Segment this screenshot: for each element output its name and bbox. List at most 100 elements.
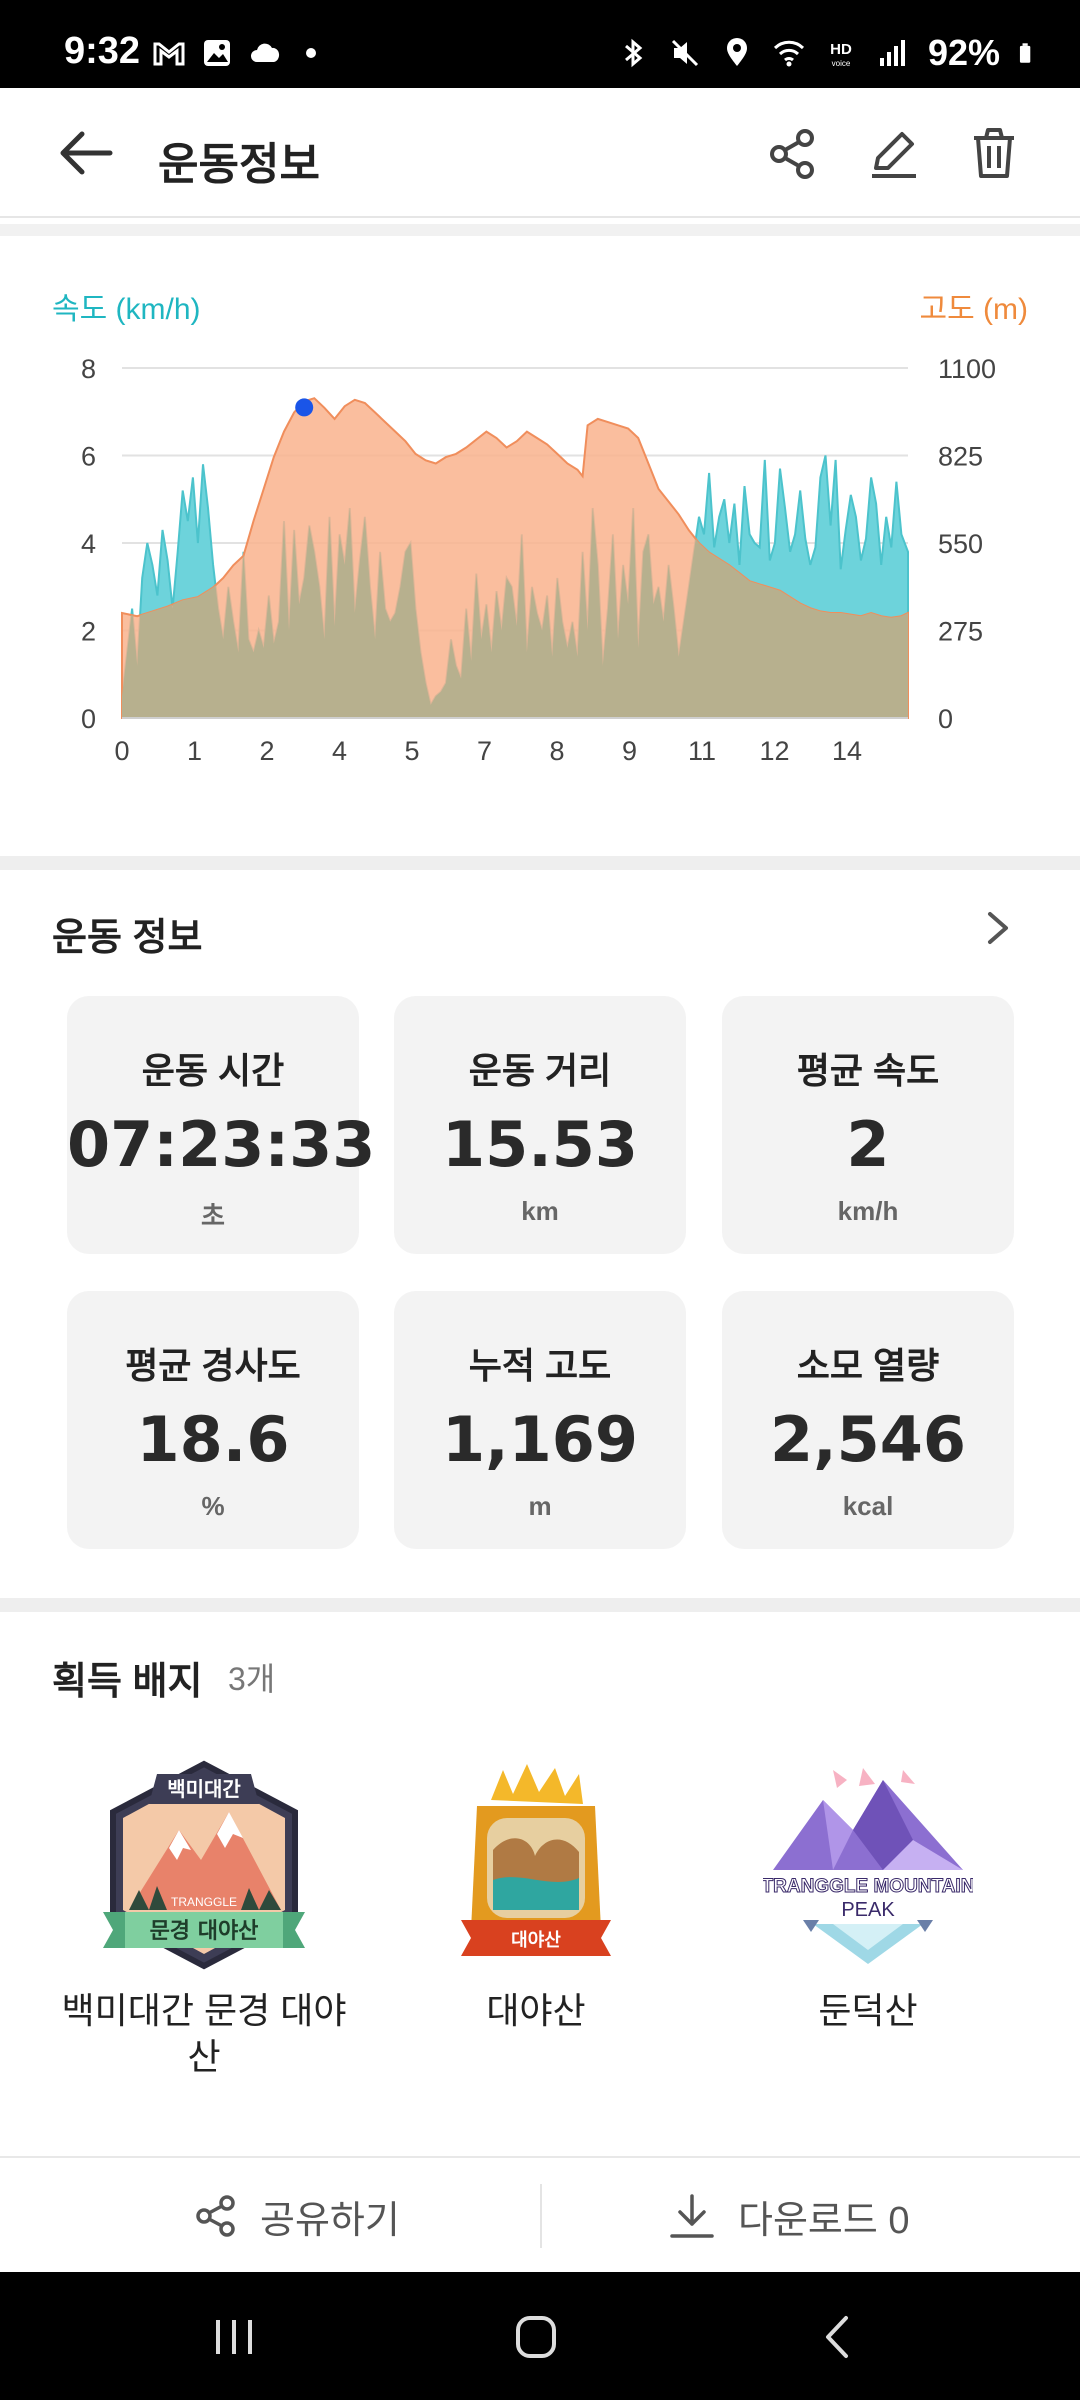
- divider: [540, 2184, 542, 2248]
- share-icon[interactable]: [765, 126, 821, 182]
- badge-top-text: 백미대간: [167, 1777, 241, 1801]
- notification-dot: [306, 48, 316, 58]
- peak-badge-icon: TRANGGLE MOUNTAIN PEAK: [763, 1768, 973, 1964]
- badge-name: 대야산: [486, 1990, 586, 2031]
- stat-card-avg-slope: 평균 경사도 18.6 %: [67, 1291, 359, 1549]
- location-icon: [726, 38, 747, 66]
- svg-text:voice: voice: [832, 59, 851, 68]
- battery-icon: [1019, 43, 1031, 63]
- status-left-icons: [152, 36, 316, 70]
- stat-card-duration: 운동 시간 07:23:33 초: [67, 996, 376, 1254]
- y-left-tick-label: 6: [81, 442, 96, 472]
- stat-value: 2,546: [769, 1403, 967, 1476]
- recent-apps-icon[interactable]: [204, 2312, 264, 2362]
- x-tick-label: 14: [832, 736, 862, 766]
- badge-name: 백미대간 문경 대야 산: [44, 1988, 364, 2080]
- stat-label: 운동 거리: [468, 1050, 612, 1091]
- y-left-tick-label: 4: [81, 529, 96, 559]
- stat-value: 07:23:33: [67, 1108, 376, 1181]
- fire-badge-icon: 대야산: [461, 1764, 611, 1956]
- stat-value: 15.53: [441, 1108, 639, 1181]
- page-title: 운동정보: [158, 140, 320, 189]
- stat-card-avg-speed: 평균 속도 2 km/h: [722, 996, 1014, 1254]
- app-bar: 운동정보: [0, 88, 1080, 218]
- badges-section-title: 획득 배지: [52, 1661, 203, 1703]
- stat-value: 18.6: [136, 1403, 290, 1476]
- stat-unit: kcal: [842, 1491, 894, 1521]
- share-button[interactable]: 공유하기: [194, 2158, 400, 2274]
- stat-card-calories: 소모 열량 2,546 kcal: [722, 1291, 1014, 1549]
- stat-value: 2: [846, 1108, 890, 1181]
- y-left-tick-label: 2: [81, 617, 96, 647]
- x-tick-label: 9: [622, 736, 637, 766]
- cloud-icon: [251, 43, 280, 62]
- mountain-badge-icon: 백미대간 TRANGGLE 문경 대야산: [103, 1760, 305, 1970]
- y-right-tick-label: 825: [938, 442, 983, 472]
- stat-unit: 초: [201, 1201, 225, 1231]
- signal-icon: [879, 40, 905, 66]
- back-arrow-icon[interactable]: [58, 128, 114, 178]
- elevation-speed-chart: 8 1100 6 825 4 550 2 275 0 0 0 1 2 4 5 7 8 9 11 12 14 속도 (km…: [0, 236, 1080, 856]
- badge-brand-text: TRANGGLE: [171, 1895, 237, 1909]
- gallery-icon: [204, 40, 230, 66]
- badge-name-line1: 백미대간 문경 대야: [61, 1990, 347, 2031]
- stat-card-total-ascent: 누적 고도 1,169 m: [394, 1291, 686, 1549]
- badge-name: 둔덕산: [818, 1990, 918, 2031]
- stat-unit: km: [521, 1196, 559, 1226]
- share-icon: [196, 2195, 235, 2237]
- x-tick-label: 12: [759, 736, 789, 766]
- stat-label: 평균 속도: [796, 1050, 940, 1091]
- section-divider: [0, 1598, 1080, 1612]
- bluetooth-icon: [624, 38, 643, 68]
- badge-ribbon-text: 문경 대야산: [150, 1919, 259, 1944]
- stat-value: 1,169: [441, 1403, 639, 1476]
- stat-unit: km/h: [837, 1196, 899, 1226]
- x-tick-label: 0: [114, 736, 129, 766]
- badge-item-daeyasan[interactable]: 대야산 대야산: [376, 1760, 696, 2034]
- chart-marker-point: [295, 398, 314, 417]
- edit-icon[interactable]: [866, 126, 922, 182]
- gmail-icon: [153, 42, 185, 66]
- chevron-right-icon[interactable]: [980, 908, 1016, 948]
- x-tick-label: 4: [332, 736, 347, 766]
- hd-voice-icon: HDvoice: [830, 41, 852, 68]
- stat-label: 누적 고도: [468, 1345, 612, 1386]
- chart-svg: 8 11006 8254 5502 2750 00 1 2 4 5 7 8 9 11 12 14: [81, 354, 996, 766]
- badge-item-mungyeong-daeyasan[interactable]: 백미대간 TRANGGLE 문경 대야산 백미대간 문경 대야 산: [44, 1760, 364, 2080]
- download-button[interactable]: 다운로드 0: [668, 2158, 910, 2274]
- divider: [0, 224, 1080, 236]
- battery-percent: 92%: [927, 32, 1000, 73]
- badge-ribbon-text: 대야산: [511, 1930, 561, 1951]
- x-tick-label: 2: [259, 736, 274, 766]
- trash-icon[interactable]: [966, 126, 1022, 182]
- y-left-tick-label: 8: [81, 354, 96, 384]
- x-tick-label: 8: [549, 736, 564, 766]
- svg-text:HD: HD: [830, 41, 852, 58]
- right-axis-label: 고도 (m): [919, 293, 1028, 326]
- section-divider: [0, 856, 1080, 870]
- y-left-tick-label: 0: [81, 704, 96, 734]
- wifi-icon: [773, 40, 804, 67]
- status-right-icons: HD voice 92%: [616, 32, 1040, 74]
- x-tick-label: 1: [187, 736, 202, 766]
- download-label: 다운로드 0: [738, 2199, 910, 2242]
- badge-count: 3개: [228, 1661, 276, 1697]
- system-nav-bar: [0, 2272, 1080, 2400]
- home-icon[interactable]: [506, 2312, 566, 2362]
- stats-section-title: 운동 정보: [52, 917, 203, 959]
- stat-label: 소모 열량: [796, 1345, 940, 1386]
- badge-name-line2: 산: [187, 2036, 221, 2077]
- back-icon[interactable]: [808, 2312, 868, 2362]
- mute-icon: [671, 39, 698, 67]
- badge-item-dundeoksan[interactable]: TRANGGLE MOUNTAIN PEAK 둔덕산: [708, 1760, 1028, 2034]
- stat-unit: m: [528, 1491, 552, 1521]
- share-label: 공유하기: [260, 2199, 400, 2242]
- y-right-tick-label: 0: [938, 704, 953, 734]
- y-right-tick-label: 550: [938, 529, 983, 559]
- bottom-action-bar: 공유하기 다운로드 0: [0, 2156, 1080, 2272]
- x-tick-label: 7: [477, 736, 492, 766]
- stat-label: 평균 경사도: [125, 1345, 301, 1386]
- stat-label: 운동 시간: [141, 1050, 285, 1091]
- left-axis-label: 속도 (km/h): [52, 293, 201, 326]
- stat-unit: %: [201, 1491, 225, 1521]
